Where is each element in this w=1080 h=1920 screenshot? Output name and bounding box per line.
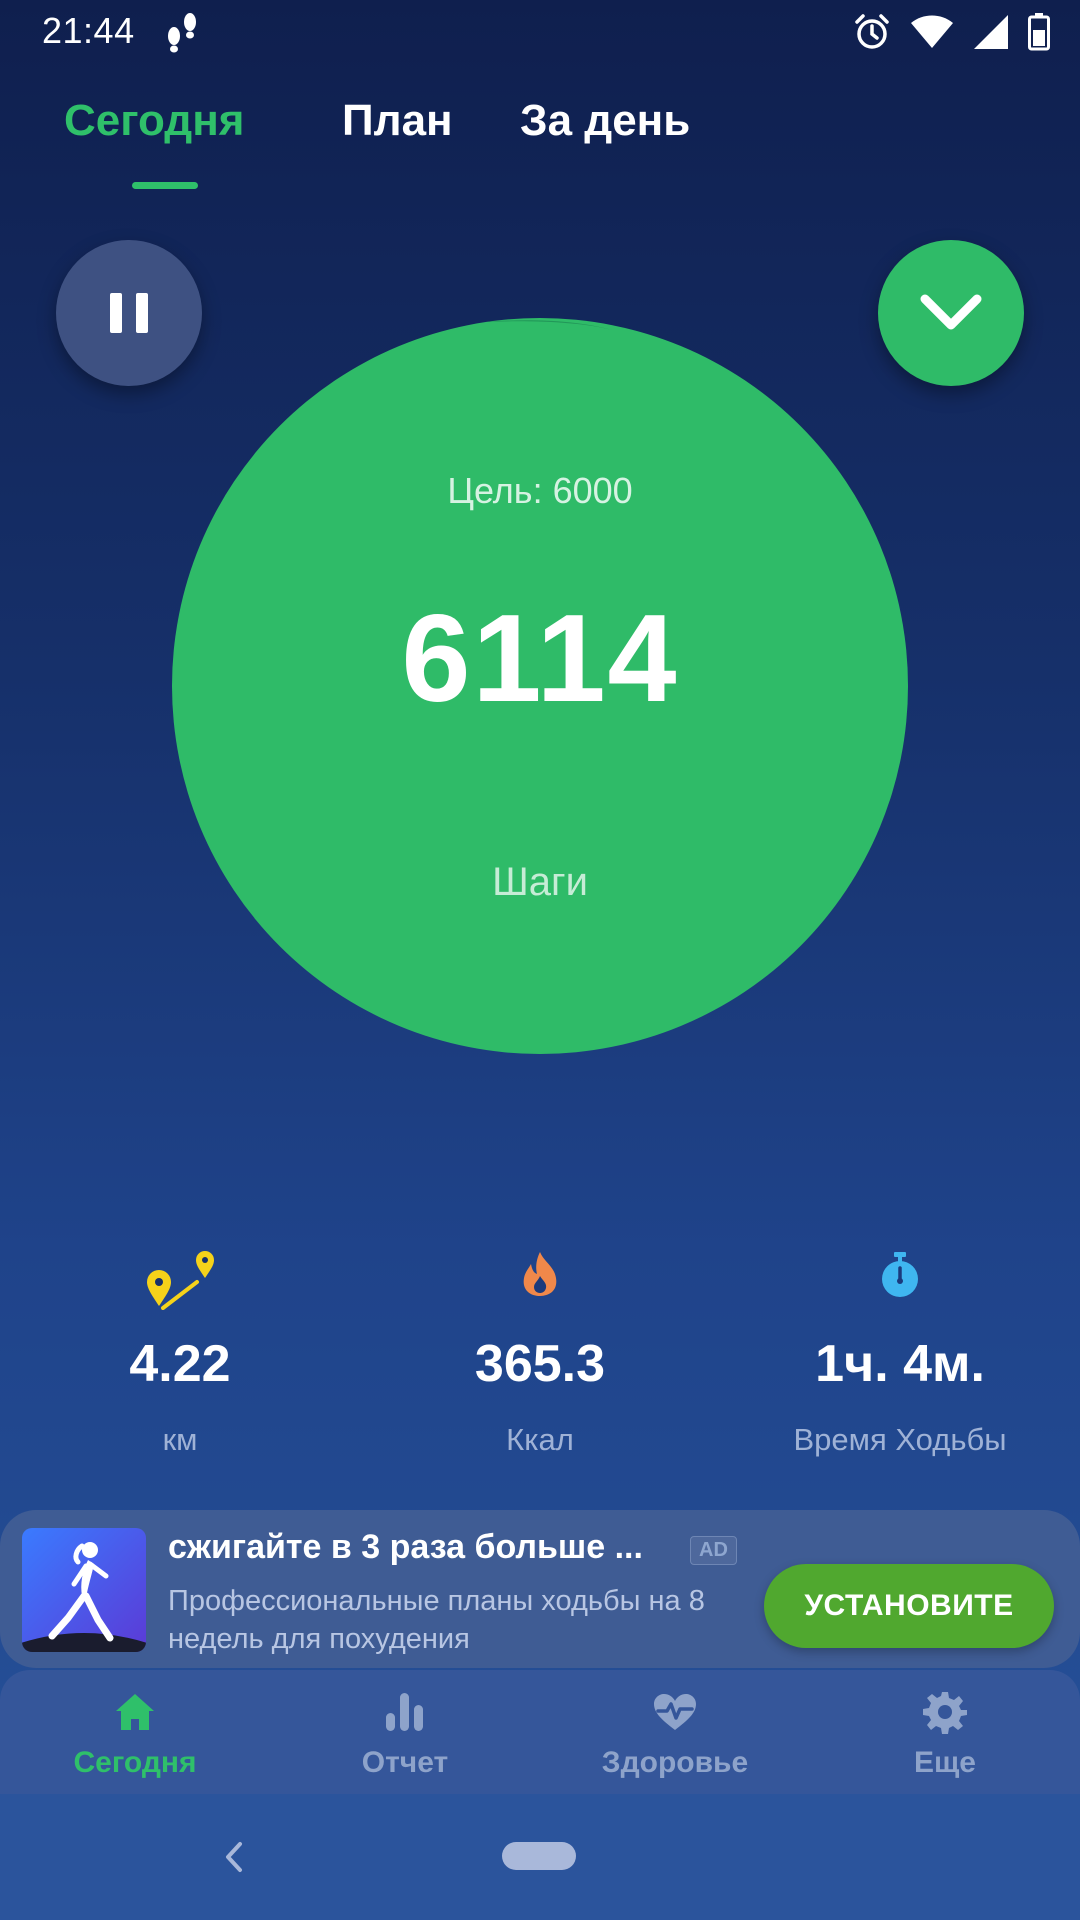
status-time: 21:44 [42, 10, 135, 51]
wifi-icon [911, 15, 953, 48]
chevron-down-icon [920, 294, 982, 330]
footsteps-icon [168, 13, 196, 53]
steps-count: 6114 [401, 590, 679, 728]
gear-icon [923, 1692, 967, 1734]
tab-by-day[interactable]: За день [520, 96, 690, 146]
walk-time-value: 1ч. 4м. [815, 1335, 985, 1393]
pause-icon-bar [136, 293, 148, 333]
steps-label: Шаги [492, 860, 588, 904]
nav-today-label: Сегодня [73, 1746, 197, 1779]
stat-calories: 365.3 Ккал [360, 1238, 720, 1458]
active-tab-indicator [132, 182, 198, 189]
stat-distance: 4.22 км [0, 1238, 360, 1458]
walk-time-unit: Время Ходьбы [793, 1422, 1007, 1457]
home-icon [116, 1694, 154, 1730]
nav-today[interactable]: Сегодня [0, 1688, 270, 1780]
nav-health-label: Здоровье [601, 1746, 749, 1779]
top-tabs: Сегодня План За день [0, 96, 1080, 196]
ad-description: Профессиональные планы ходьбы на 8 недел… [168, 1585, 705, 1655]
stopwatch-icon [882, 1252, 918, 1297]
battery-icon [1028, 13, 1050, 51]
status-icons [852, 10, 1050, 54]
bottom-navigation: Сегодня Отчет Здоровье Еще [0, 1670, 1080, 1794]
calories-unit: Ккал [506, 1422, 574, 1457]
nav-report[interactable]: Отчет [270, 1688, 540, 1780]
signal-icon [974, 15, 1008, 49]
heart-pulse-icon [654, 1694, 696, 1730]
install-button[interactable]: УСТАНОВИТЕ [764, 1564, 1054, 1648]
nav-more[interactable]: Еще [810, 1688, 1080, 1780]
ad-title: сжигайте в 3 раза больше ... [168, 1528, 643, 1566]
tab-plan[interactable]: План [342, 96, 453, 146]
home-pill[interactable] [502, 1842, 576, 1870]
stat-walk-time: 1ч. 4м. Время Ходьбы [720, 1238, 1080, 1458]
nav-report-label: Отчет [361, 1746, 449, 1779]
step-progress-circle: Цель: 6000 6114 Шаги [172, 318, 908, 1054]
step-counter-screen: 21:44 Сегодня План За день Цель: 6000 61… [0, 0, 1080, 1920]
bar-chart-icon [386, 1693, 423, 1731]
alarm-icon [855, 14, 889, 49]
goal-text: Цель: 6000 [447, 470, 633, 511]
distance-pins-icon [147, 1251, 214, 1310]
ad-badge: AD [690, 1536, 737, 1565]
nav-health[interactable]: Здоровье [540, 1688, 810, 1780]
walking-woman-icon [22, 1542, 146, 1652]
ad-thumbnail [22, 1528, 146, 1652]
tab-today[interactable]: Сегодня [64, 96, 244, 146]
back-icon[interactable] [218, 1834, 248, 1880]
system-navigation-bar [0, 1794, 1080, 1920]
nav-more-label: Еще [913, 1746, 976, 1779]
distance-unit: км [162, 1422, 198, 1457]
ad-banner[interactable]: сжигайте в 3 раза больше ... AD Професси… [0, 1510, 1080, 1668]
flame-icon [523, 1252, 557, 1296]
pause-icon [110, 293, 122, 333]
status-bar: 21:44 [0, 0, 1080, 64]
distance-value: 4.22 [129, 1335, 231, 1393]
calories-value: 365.3 [474, 1335, 606, 1393]
